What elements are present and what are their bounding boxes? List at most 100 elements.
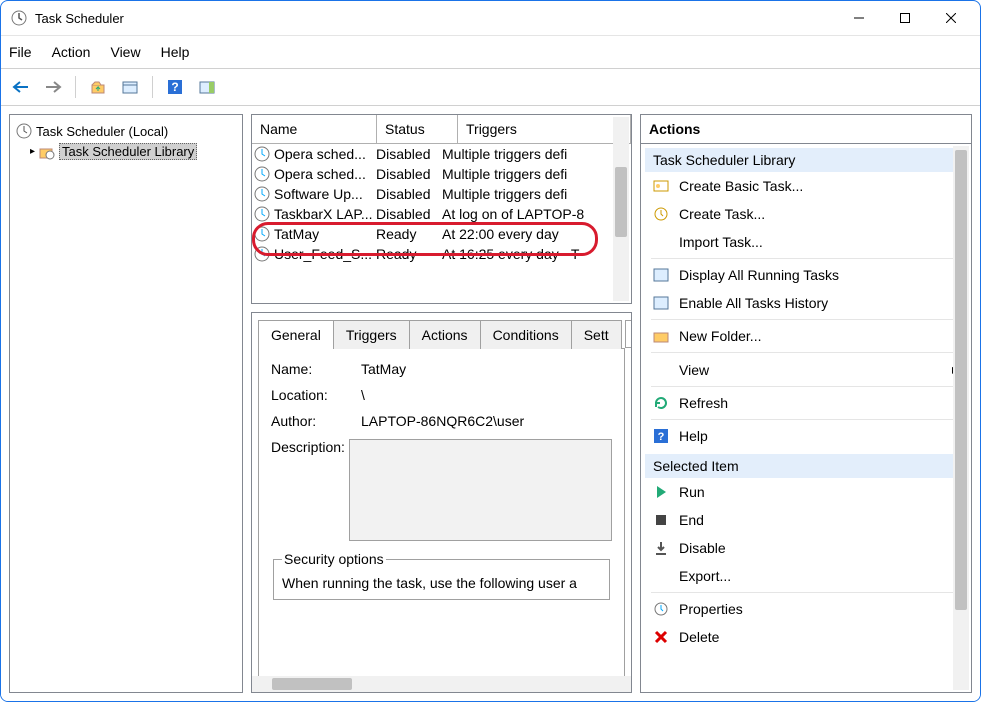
task-icon (653, 206, 669, 222)
properties-icon (653, 601, 669, 617)
menu-action[interactable]: Action (52, 44, 91, 60)
action-end[interactable]: End (645, 506, 967, 534)
action-label: Disable (679, 540, 726, 556)
description-box[interactable] (349, 439, 612, 541)
tab-general[interactable]: General (258, 320, 334, 349)
tree-root[interactable]: Task Scheduler (Local) (16, 121, 236, 141)
svg-text:?: ? (171, 80, 178, 94)
center-column: Name Status Triggers Opera sched...Disab… (251, 114, 632, 693)
tab-conditions[interactable]: Conditions (480, 320, 572, 349)
cell: Disabled (376, 166, 442, 182)
cell: Software Up... (274, 186, 376, 202)
action-label: Export... (679, 568, 731, 584)
value-name: TatMay (361, 361, 612, 377)
cell: Disabled (376, 186, 442, 202)
clock-icon (254, 166, 270, 182)
action-refresh[interactable]: Refresh (645, 389, 967, 417)
menu-view[interactable]: View (110, 44, 140, 60)
window-controls (836, 3, 974, 33)
general-tab-body: Name:TatMay Location:\ Author:LAPTOP-86N… (258, 348, 625, 693)
properties-button[interactable] (118, 75, 142, 99)
tab-scroll-left[interactable]: ◂ (625, 320, 632, 348)
menubar: File Action View Help (1, 35, 980, 68)
value-author: LAPTOP-86NQR6C2\user (361, 413, 612, 429)
nav-tree: Task Scheduler (Local) ▸ Task Scheduler … (9, 114, 243, 693)
action-run[interactable]: Run (645, 478, 967, 506)
tab-triggers[interactable]: Triggers (333, 320, 410, 349)
menu-file[interactable]: File (9, 44, 32, 60)
tab-settings[interactable]: Sett (571, 320, 622, 349)
action-display-running[interactable]: Display All Running Tasks (645, 261, 967, 289)
task-row[interactable]: Opera sched...DisabledMultiple triggers … (252, 164, 613, 184)
col-name[interactable]: Name (252, 115, 377, 143)
maximize-button[interactable] (882, 3, 928, 33)
play-icon (653, 484, 669, 500)
menu-help[interactable]: Help (161, 44, 190, 60)
cell: Disabled (376, 146, 442, 162)
task-scheduler-window: Task Scheduler File Action View Help ? T… (0, 0, 981, 702)
action-export[interactable]: Export... (645, 562, 967, 590)
actions-title: Actions (641, 115, 971, 144)
action-delete[interactable]: Delete (645, 623, 967, 651)
action-label: New Folder... (679, 328, 761, 344)
actions-scrollbar[interactable] (953, 146, 969, 690)
col-status[interactable]: Status (377, 115, 458, 143)
back-button[interactable] (9, 75, 33, 99)
action-label: Display All Running Tasks (679, 267, 839, 283)
action-new-folder[interactable]: New Folder... (645, 322, 967, 350)
col-triggers[interactable]: Triggers (458, 115, 631, 143)
minimize-button[interactable] (836, 3, 882, 33)
actions-body: Task Scheduler Library▴ Create Basic Tas… (641, 144, 971, 692)
action-help[interactable]: ?Help (645, 422, 967, 450)
clock-icon (254, 206, 270, 222)
window-icon (653, 267, 669, 283)
task-row[interactable]: TaskbarX LAP...DisabledAt log on of LAPT… (252, 204, 613, 224)
tree-library[interactable]: ▸ Task Scheduler Library (16, 141, 236, 162)
task-row[interactable]: TatMayReadyAt 22:00 every day (252, 224, 613, 244)
task-row[interactable]: Opera sched...DisabledMultiple triggers … (252, 144, 613, 164)
action-label: Create Task... (679, 206, 765, 222)
up-button[interactable] (86, 75, 110, 99)
forward-button[interactable] (41, 75, 65, 99)
security-options-text: When running the task, use the following… (282, 575, 601, 591)
task-row[interactable]: Software Up...DisabledMultiple triggers … (252, 184, 613, 204)
help-icon: ? (653, 428, 669, 444)
action-import-task[interactable]: Import Task... (645, 228, 967, 256)
actions-pane: Actions Task Scheduler Library▴ Create B… (640, 114, 972, 693)
spacer-icon (653, 234, 669, 250)
action-create-basic-task[interactable]: Create Basic Task... (645, 172, 967, 200)
body: Task Scheduler (Local) ▸ Task Scheduler … (1, 106, 980, 701)
cell: Opera sched... (274, 146, 376, 162)
task-row[interactable]: User_Feed_S...ReadyAt 16:25 every day - … (252, 244, 613, 264)
tab-actions[interactable]: Actions (409, 320, 481, 349)
cell: Ready (376, 246, 442, 262)
v-scrollbar[interactable] (613, 117, 629, 301)
value-location: \ (361, 387, 612, 403)
help-icon[interactable]: ? (163, 75, 187, 99)
close-button[interactable] (928, 3, 974, 33)
titlebar: Task Scheduler (1, 1, 980, 35)
clock-icon (16, 123, 32, 139)
cell: TatMay (274, 226, 376, 242)
window-title: Task Scheduler (35, 11, 836, 26)
h-scrollbar[interactable] (252, 676, 631, 692)
action-label: End (679, 512, 704, 528)
action-view[interactable]: View▸ (645, 355, 967, 384)
clock-icon (254, 226, 270, 242)
action-disable[interactable]: Disable (645, 534, 967, 562)
actions-pane-button[interactable] (195, 75, 219, 99)
group-library[interactable]: Task Scheduler Library▴ (645, 148, 967, 172)
action-create-task[interactable]: Create Task... (645, 200, 967, 228)
action-properties[interactable]: Properties (645, 595, 967, 623)
spacer-icon (653, 362, 669, 378)
action-label: Properties (679, 601, 743, 617)
group-library-label: Task Scheduler Library (653, 152, 795, 168)
cell: Ready (376, 226, 442, 242)
cell: TaskbarX LAP... (274, 206, 376, 222)
disable-icon (653, 540, 669, 556)
cell: Disabled (376, 206, 442, 222)
action-enable-history[interactable]: Enable All Tasks History (645, 289, 967, 317)
clock-icon (254, 186, 270, 202)
action-label: View (679, 362, 709, 378)
group-selected[interactable]: Selected Item▴ (645, 454, 967, 478)
